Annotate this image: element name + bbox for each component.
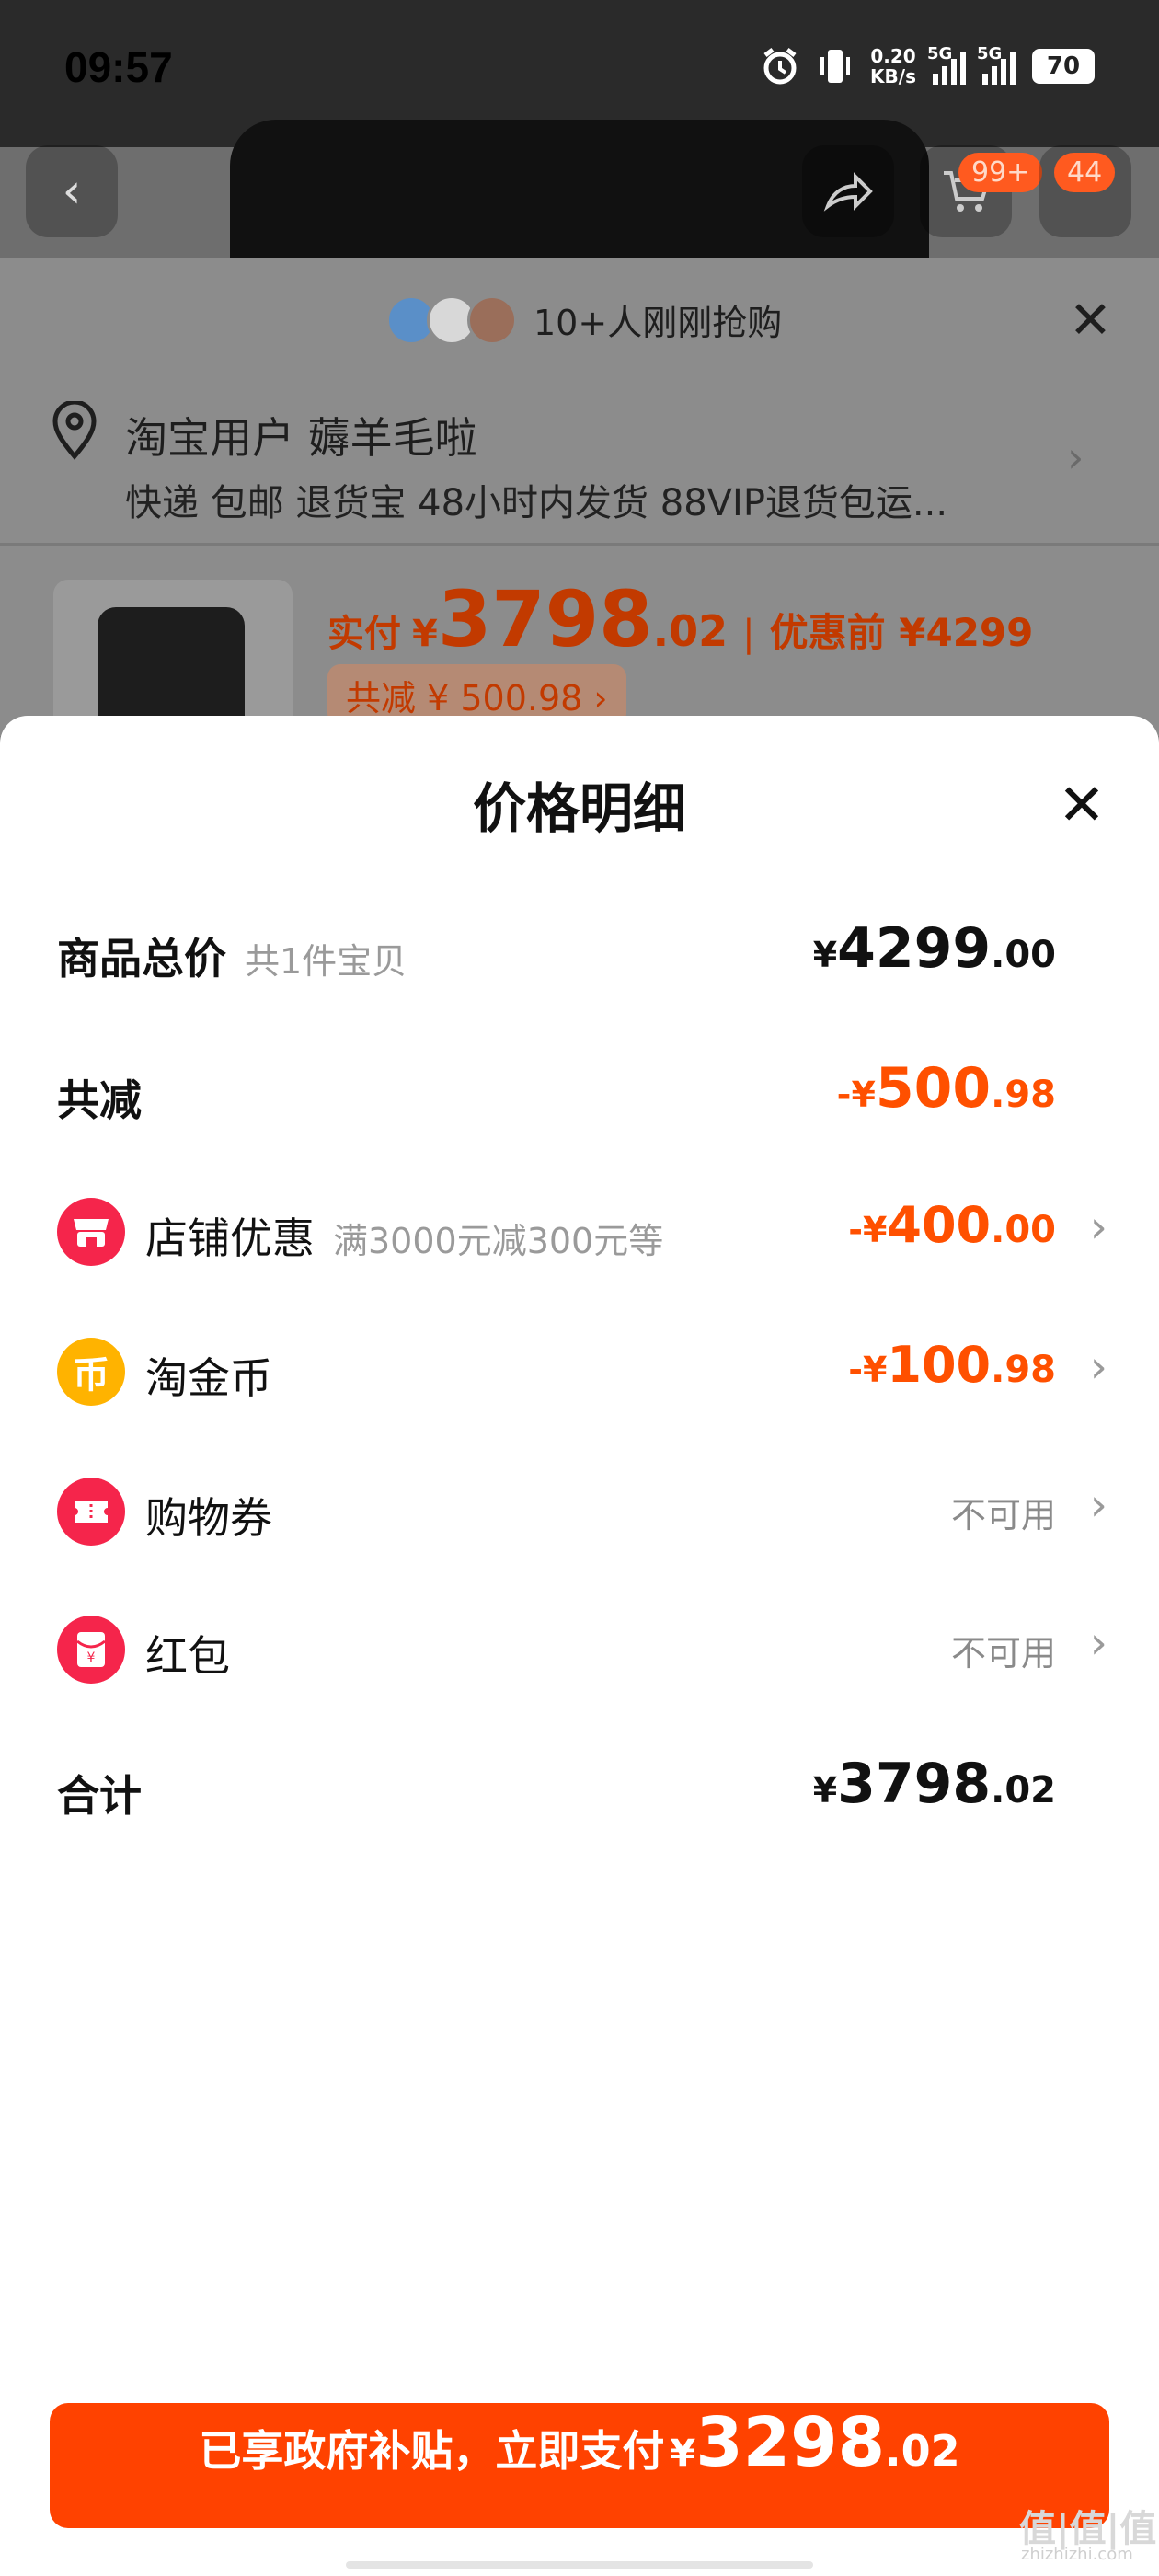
red-envelope-label[interactable]: 红包 [145,1623,230,1684]
red-envelope-icon: ¥ [57,1616,125,1684]
coupon-icon [57,1478,125,1546]
back-icon: ‹ [62,164,82,219]
pay-now-button[interactable]: 已享政府补贴，立即支付 ¥ 3298 .02 [50,2403,1109,2528]
vibrate-icon [820,50,851,83]
coin-int: 100 [887,1336,992,1394]
order-close-icon[interactable]: ✕ [1069,291,1112,351]
status-time: 09:57 [64,43,173,91]
back-button[interactable]: ‹ [26,145,118,237]
paid-int: 3798 [437,574,653,664]
chevron-right-icon[interactable]: › [1090,1617,1107,1669]
alarm-icon [763,48,797,85]
coin-currency: -¥ [848,1350,888,1390]
coin-amount: -¥100.98 [848,1336,1056,1394]
red-envelope-status: 不可用 [950,1633,1056,1673]
address-services: 快递 包邮 退货宝 48小时内发货 88VIP退货包运... [125,482,948,524]
coupon-status: 不可用 [950,1495,1056,1535]
original-price: 优惠前 ¥4299 [769,610,1034,655]
discount-dec: .98 [991,1074,1056,1116]
chevron-right-icon[interactable]: › [1090,1341,1107,1393]
signal-2-icon: 5G [977,44,1016,85]
paid-price: 实付 ¥ 3798 .02 | 优惠前 ¥4299 [327,574,1033,664]
cart-badge: 99+ [958,153,1043,192]
sum-int: 3798 [837,1752,992,1816]
address-chevron-icon[interactable]: › [1067,432,1084,482]
total-label: 商品总价 [57,934,226,983]
store-discount-sub: 满3000元减300元等 [333,1221,664,1261]
total-currency: ¥ [812,935,838,975]
chevron-right-icon[interactable]: › [1090,1202,1107,1253]
net-speed: 0.20 KB/s [870,46,916,86]
net-speed-unit: KB/s [870,65,916,87]
total-count: 共1件宝贝 [245,941,407,982]
svg-text:¥: ¥ [87,1650,96,1665]
discount-amount: -¥500.98 [837,1056,1056,1121]
battery-icon: 70 [1032,49,1095,84]
discount-int: 500 [875,1056,992,1121]
chevron-right-icon[interactable]: › [1090,1479,1107,1531]
pay-button-text: 已享政府补贴，立即支付 [199,2426,665,2476]
paid-currency: ¥ [412,613,438,655]
coin-icon: 币 [57,1338,125,1406]
location-pin-icon [52,401,97,460]
home-indicator[interactable] [346,2561,813,2569]
paid-label: 实付 [327,613,401,655]
sim2-label: 5G [977,44,1003,63]
store-discount-amount: -¥400.00 [848,1196,1056,1254]
sum-amount: ¥3798.02 [813,1752,1056,1816]
recent-buyers: 10+人刚刚抢购 [386,294,782,345]
signal-1-icon: 5G [927,44,966,85]
sheet-title: 价格明细 [472,777,686,840]
pay-button-int: 3298 [695,2403,886,2482]
price-separator: | [742,613,755,655]
paid-dec: .02 [652,606,729,656]
store-discount-int: 400 [887,1196,992,1254]
close-icon[interactable]: ✕ [1058,771,1106,838]
pay-button-currency: ¥ [670,2432,696,2475]
store-discount-label: 店铺优惠 [145,1213,315,1263]
share-icon [823,172,873,212]
discount-label: 共减 [57,1075,142,1125]
coupon-label[interactable]: 购物券 [145,1485,272,1546]
coin-label[interactable]: 淘金币 [145,1345,272,1406]
status-icons: 0.20 KB/s 5G 5G 70 [760,44,1095,86]
sim1-label: 5G [927,44,953,63]
recent-buyers-text: 10+人刚刚抢购 [534,303,783,343]
discount-currency: -¥ [836,1075,876,1115]
sum-label: 合计 [57,1771,142,1821]
store-icon [57,1198,125,1266]
pay-button-dec: .02 [885,2426,960,2476]
store-discount-row[interactable]: 店铺优惠 满3000元减300元等 [145,1205,663,1266]
buyer-avatar [467,294,517,345]
store-discount-dec: .00 [991,1209,1056,1251]
total-amount: ¥4299.00 [813,916,1056,981]
total-label-row: 商品总价 共1件宝贝 [57,926,407,986]
sum-dec: .02 [991,1769,1056,1811]
coin-dec: .98 [991,1349,1056,1391]
total-dec: .00 [991,934,1056,976]
divider [0,543,1159,546]
total-int: 4299 [837,916,992,981]
address-name[interactable]: 淘宝用户 薅羊毛啦 [125,405,477,466]
share-button[interactable] [802,145,894,237]
message-badge: 44 [1054,153,1116,192]
watermark-url: zhizhizhi.com [1021,2545,1133,2564]
net-speed-value: 0.20 [870,45,916,67]
store-discount-currency: -¥ [848,1210,888,1250]
sum-currency: ¥ [812,1770,838,1811]
